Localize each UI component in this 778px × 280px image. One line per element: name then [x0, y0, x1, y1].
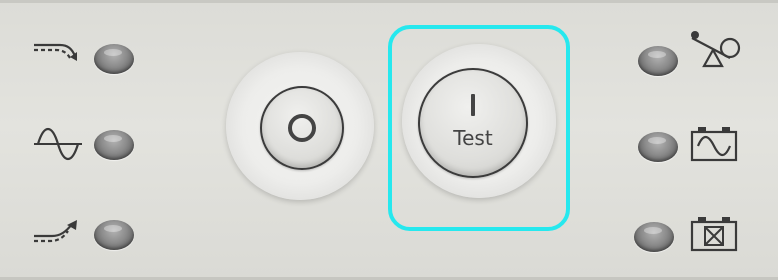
battery-led: [638, 132, 678, 162]
overload-led: [638, 46, 678, 76]
bypass-arrow-icon: [30, 30, 86, 70]
battery-fault-icon: [688, 214, 744, 254]
bypass-led: [94, 44, 134, 74]
overload-seesaw-icon: [686, 30, 742, 70]
test-label: Test: [453, 126, 493, 150]
inverter-arrow-icon: [30, 214, 86, 254]
online-led: [94, 130, 134, 160]
power-off-icon: [288, 114, 316, 142]
inverter-led: [94, 220, 134, 250]
sine-wave-icon: [30, 124, 86, 164]
battery-ok-icon: [688, 124, 744, 164]
ups-control-panel: Test: [0, 0, 778, 280]
battery-fault-led: [634, 222, 674, 252]
on-test-button[interactable]: Test: [418, 68, 528, 178]
off-button[interactable]: [260, 86, 344, 170]
power-on-icon: [471, 94, 475, 116]
